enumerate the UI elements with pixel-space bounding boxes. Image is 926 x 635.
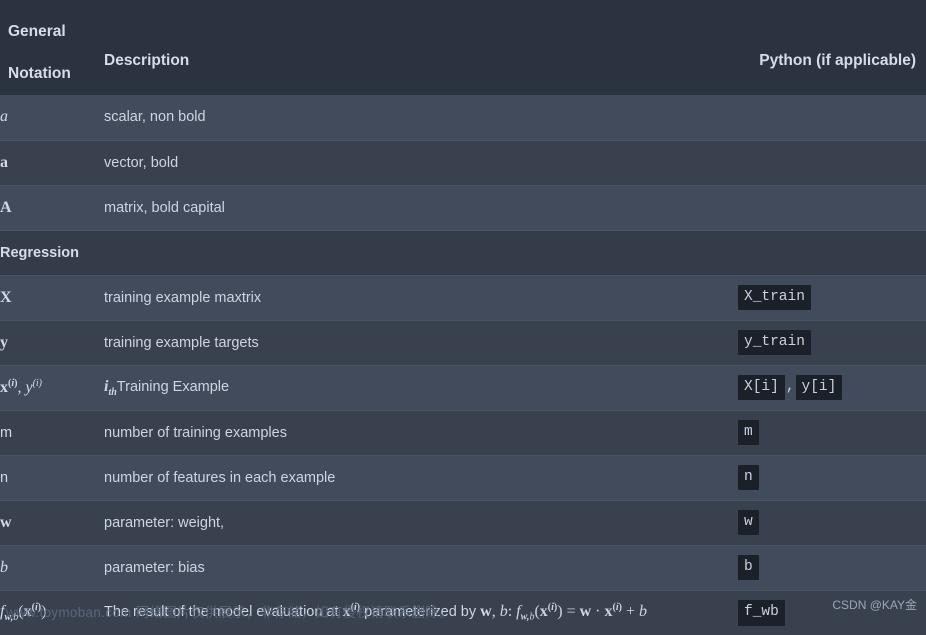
description-cell: matrix, bold capital <box>104 184 738 230</box>
table-row: fw,b(x(i)) The result of the model evalu… <box>0 589 926 635</box>
code-chip-x-train: X_train <box>738 284 811 311</box>
notation-cell: a <box>0 139 104 185</box>
code-chip-x-index: X[i] <box>738 374 785 401</box>
formula-equals: = <box>566 603 576 621</box>
notation-symbol-y: y <box>0 333 8 351</box>
notation-cell: m <box>0 409 104 455</box>
description-cell: training example maxtrix <box>104 274 738 320</box>
description-cell: vector, bold <box>104 139 738 185</box>
description-cell: number of training examples <box>104 409 738 455</box>
notation-symbol-vector-a: a <box>0 153 8 171</box>
python-cell: w <box>738 499 926 545</box>
description-cell: ithTraining Example <box>104 364 738 410</box>
notation-symbol-m: m <box>0 425 13 441</box>
column-header-description: Description <box>104 0 738 95</box>
code-chip-n: n <box>738 464 759 491</box>
header-row: General Notation Description Python (if … <box>0 0 926 95</box>
header-python-label: Python (if applicable) <box>759 52 916 69</box>
section-row-regression: Regression <box>0 229 926 275</box>
table-row: n number of features in each example n <box>0 454 926 500</box>
python-cell <box>738 184 926 230</box>
notation-cell: X <box>0 274 104 320</box>
notation-symbol-matrix-A: A <box>0 198 12 216</box>
ith-subscript: th <box>108 386 117 398</box>
notation-symbol-X: X <box>0 288 12 306</box>
notation-cell: b <box>0 544 104 590</box>
notation-cell: x(i), y(i) <box>0 364 104 410</box>
table-row: m number of training examples m <box>0 409 926 455</box>
table-row: y training example targets y_train <box>0 319 926 365</box>
description-cell: number of features in each example <box>104 454 738 500</box>
notation-cell: n <box>0 454 104 500</box>
table-header: General Notation Description Python (if … <box>0 0 926 95</box>
description-cell: training example targets <box>104 319 738 365</box>
code-chip-y-index: y[i] <box>795 374 843 401</box>
python-cell <box>738 139 926 185</box>
code-chip-b: b <box>738 554 759 581</box>
python-cell: y_train <box>738 319 926 365</box>
notation-symbol-n: n <box>0 470 9 486</box>
python-cell <box>738 95 926 140</box>
notation-cell: w <box>0 499 104 545</box>
description-cell: parameter: bias <box>104 544 738 590</box>
section-label-regression: Regression <box>0 229 926 275</box>
column-header-python: Python (if applicable) <box>738 0 926 95</box>
notation-symbol-f-wb: fw,b(x(i)) <box>0 602 47 624</box>
header-notation-label: Notation <box>8 64 71 82</box>
table-row: A matrix, bold capital <box>0 184 926 230</box>
formula-plus: + <box>625 603 635 621</box>
table-body: a scalar, non bold a vector, bold A matr… <box>0 95 926 635</box>
notation-symbol-scalar-a: a <box>0 108 8 126</box>
table-row: X training example maxtrix X_train <box>0 274 926 320</box>
notation-symbol-xi-yi: x(i), y(i) <box>0 378 43 396</box>
formula-lead-text: The result of the model evaluation at <box>104 604 339 621</box>
notation-symbol-b: b <box>0 558 8 576</box>
description-cell: The result of the model evaluation at x(… <box>104 589 738 635</box>
notation-cell: fw,b(x(i)) <box>0 589 104 635</box>
description-text: Training Example <box>116 378 230 395</box>
header-general-label: General <box>8 23 66 40</box>
table-row: w parameter: weight, w <box>0 499 926 545</box>
python-cell: b <box>738 544 926 590</box>
notation-symbol-w: w <box>0 513 12 531</box>
header-description-label: Description <box>104 52 190 69</box>
description-cell: parameter: weight, <box>104 499 738 545</box>
python-cell: X[i], y[i] <box>738 364 926 410</box>
code-chip-f-wb: f_wb <box>738 599 785 626</box>
code-separator: , <box>785 378 795 395</box>
description-cell: scalar, non bold <box>104 109 206 126</box>
python-cell: m <box>738 409 926 455</box>
notation-cell: A <box>0 184 104 230</box>
python-cell: f_wb <box>738 589 926 635</box>
code-chip-w: w <box>738 509 759 536</box>
table-row: x(i), y(i) ithTraining Example X[i], y[i] <box>0 364 926 410</box>
python-cell: n <box>738 454 926 500</box>
table-row: b parameter: bias b <box>0 544 926 590</box>
python-cell: X_train <box>738 274 926 320</box>
notation-cell: a <box>0 95 104 140</box>
formula-mid-text: parameterized by <box>364 604 477 621</box>
code-chip-y-train: y_train <box>738 329 811 356</box>
table-row: a scalar, non bold <box>0 95 926 140</box>
column-header-notation: General Notation <box>0 0 104 95</box>
table-row: a vector, bold <box>0 139 926 185</box>
code-chip-m: m <box>738 419 759 446</box>
notation-cell: y <box>0 319 104 365</box>
notation-reference-table: General Notation Description Python (if … <box>0 0 926 635</box>
